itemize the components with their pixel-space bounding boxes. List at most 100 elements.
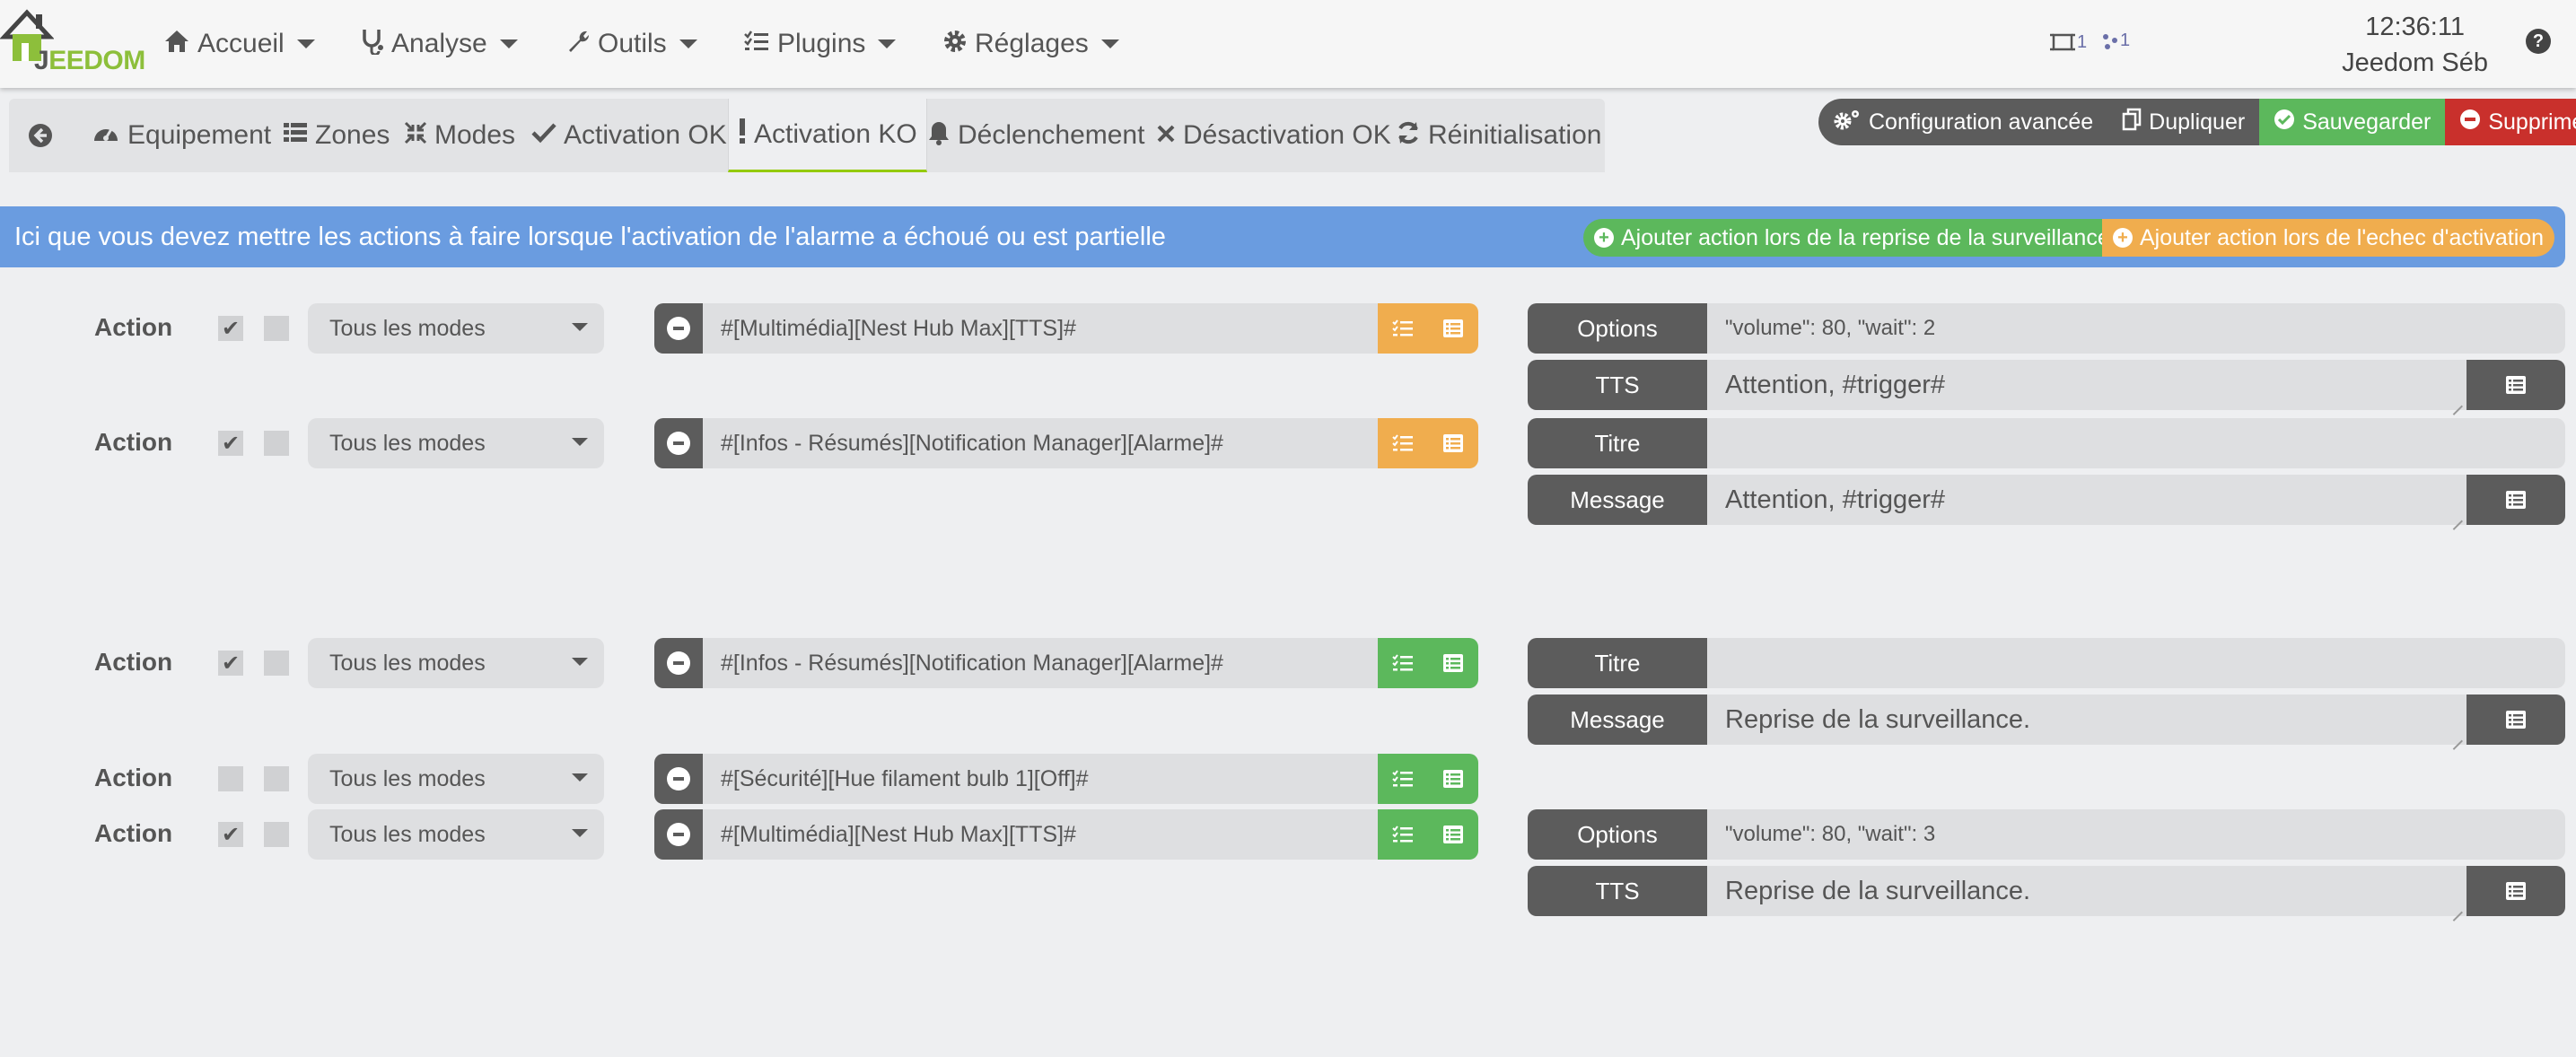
chevron-down-icon bbox=[572, 323, 588, 331]
tab-back[interactable] bbox=[27, 99, 54, 172]
resize-handle[interactable] bbox=[2450, 729, 2463, 741]
remove-action-button[interactable] bbox=[654, 303, 703, 354]
refresh-icon bbox=[1396, 120, 1421, 152]
save-button[interactable]: Sauvegarder bbox=[2259, 99, 2446, 145]
gear-icon bbox=[942, 29, 968, 60]
menu-analyse[interactable]: Analyse bbox=[361, 0, 518, 88]
message-label: Message bbox=[1528, 694, 1707, 745]
tts-textarea[interactable]: Attention, #trigger# bbox=[1707, 360, 2466, 410]
bell-icon bbox=[927, 120, 951, 152]
select-action-button[interactable] bbox=[1378, 809, 1428, 860]
tab-zones[interactable]: Zones bbox=[283, 99, 390, 172]
tab-activation-ok[interactable]: Activation OK bbox=[531, 99, 727, 172]
message-list-button[interactable] bbox=[2466, 694, 2565, 745]
resize-handle[interactable] bbox=[2450, 509, 2463, 521]
add-fail-action-button[interactable]: + Ajouter action lors de l'echec d'activa… bbox=[2102, 219, 2555, 257]
tasks-icon bbox=[1392, 770, 1413, 787]
add-resume-action-button[interactable]: + Ajouter action lors de la reprise de la… bbox=[1583, 219, 2121, 257]
message-list-button[interactable] bbox=[2466, 475, 2565, 525]
minus-circle-icon bbox=[667, 823, 690, 846]
jeedom-logo[interactable]: JEEDOM bbox=[0, 5, 145, 77]
select-action-button[interactable] bbox=[1378, 418, 1428, 468]
delete-button[interactable]: Supprimer bbox=[2445, 99, 2576, 145]
remove-action-button[interactable] bbox=[654, 418, 703, 468]
enable-checkbox[interactable] bbox=[218, 766, 243, 791]
command-input[interactable]: #[Sécurité][Hue filament bulb 1][Off]# bbox=[703, 754, 1378, 804]
menu-reglages[interactable]: Réglages bbox=[942, 0, 1119, 88]
select-action-button[interactable] bbox=[1378, 303, 1428, 354]
mode-select[interactable]: Tous les modes bbox=[308, 754, 604, 804]
enable-checkbox[interactable]: ✔ bbox=[218, 316, 243, 341]
clock-user: 12:36:11 Jeedom Séb bbox=[2342, 9, 2488, 81]
tasks-icon bbox=[1392, 434, 1413, 451]
mode-select[interactable]: Tous les modes bbox=[308, 303, 604, 354]
list-alt-icon bbox=[2506, 491, 2526, 509]
remove-action-button[interactable] bbox=[654, 754, 703, 804]
remove-action-button[interactable] bbox=[654, 638, 703, 688]
tts-textarea[interactable]: Reprise de la surveillance. bbox=[1707, 866, 2466, 916]
menu-outils[interactable]: Outils bbox=[565, 0, 697, 88]
duplicate-button[interactable]: Dupliquer bbox=[2107, 99, 2260, 145]
tasks-icon bbox=[743, 30, 770, 59]
mode-select[interactable]: Tous les modes bbox=[308, 418, 604, 468]
tab-equipement[interactable]: Equipement bbox=[92, 99, 271, 172]
options-input[interactable]: "volume": 80, "wait": 3 bbox=[1707, 809, 2565, 860]
back-arrow-icon bbox=[29, 124, 52, 147]
user-name[interactable]: Jeedom Séb bbox=[2342, 45, 2488, 81]
message-textarea[interactable]: Reprise de la surveillance. bbox=[1707, 694, 2466, 745]
tab-declenchement[interactable]: Déclenchement bbox=[927, 99, 1144, 172]
alarm-zone-stat[interactable]: 1 bbox=[2048, 31, 2087, 54]
tts-list-button[interactable] bbox=[2466, 360, 2565, 410]
enable-checkbox[interactable]: ✔ bbox=[218, 822, 243, 847]
parallel-checkbox[interactable] bbox=[264, 822, 289, 847]
resize-handle[interactable] bbox=[2450, 900, 2463, 913]
resize-handle[interactable] bbox=[2450, 394, 2463, 406]
command-input[interactable]: #[Infos - Résumés][Notification Manager]… bbox=[703, 418, 1378, 468]
parallel-checkbox[interactable] bbox=[264, 651, 289, 676]
select-command-button[interactable] bbox=[1428, 809, 1478, 860]
enable-checkbox[interactable]: ✔ bbox=[218, 651, 243, 676]
parallel-checkbox[interactable] bbox=[264, 316, 289, 341]
menu-accueil[interactable]: Accueil bbox=[163, 0, 315, 88]
options-input[interactable]: "volume": 80, "wait": 2 bbox=[1707, 303, 2565, 354]
remove-action-button[interactable] bbox=[654, 809, 703, 860]
action-label: Action bbox=[94, 648, 173, 676]
times-icon bbox=[1156, 121, 1176, 150]
tab-modes[interactable]: Modes bbox=[404, 99, 515, 172]
parallel-checkbox[interactable] bbox=[264, 431, 289, 456]
command-input[interactable]: #[Infos - Résumés][Notification Manager]… bbox=[703, 638, 1378, 688]
clock-time: 12:36:11 bbox=[2365, 13, 2465, 41]
tts-list-button[interactable] bbox=[2466, 866, 2565, 916]
select-command-button[interactable] bbox=[1428, 303, 1478, 354]
select-command-button[interactable] bbox=[1428, 418, 1478, 468]
list-alt-icon bbox=[2506, 882, 2526, 900]
title-input[interactable] bbox=[1707, 418, 2565, 468]
tab-desactivation-ok[interactable]: Désactivation OK bbox=[1156, 99, 1391, 172]
tab-activation-ko[interactable]: Activation KO bbox=[728, 99, 927, 172]
mode-select[interactable]: Tous les modes bbox=[308, 809, 604, 860]
mode-stat[interactable]: 1 bbox=[2100, 31, 2130, 51]
select-command-button[interactable] bbox=[1428, 638, 1478, 688]
select-action-button[interactable] bbox=[1378, 638, 1428, 688]
tts-label: TTS bbox=[1528, 866, 1707, 916]
parallel-checkbox[interactable] bbox=[264, 766, 289, 791]
options-label: Options bbox=[1528, 303, 1707, 354]
select-action-button[interactable] bbox=[1378, 754, 1428, 804]
command-input[interactable]: #[Multimédia][Nest Hub Max][TTS]# bbox=[703, 303, 1378, 354]
menu-plugins[interactable]: Plugins bbox=[743, 0, 897, 88]
tab-bar: Equipement Zones Modes Activation OK Act… bbox=[9, 99, 1605, 172]
tab-reinitialisation[interactable]: Réinitialisation bbox=[1396, 99, 1601, 172]
navbar: JEEDOM Accueil Analyse Outils Plugins Ré… bbox=[0, 0, 2576, 88]
advanced-config-button[interactable]: Configuration avancée bbox=[1818, 99, 2108, 145]
enable-checkbox[interactable]: ✔ bbox=[218, 431, 243, 456]
help-icon[interactable]: ? bbox=[2526, 29, 2551, 54]
home-icon bbox=[163, 29, 190, 60]
message-textarea[interactable]: Attention, #trigger# bbox=[1707, 475, 2466, 525]
mode-select[interactable]: Tous les modes bbox=[308, 638, 604, 688]
action-button-group: Configuration avancée Dupliquer Sauvegar… bbox=[1818, 99, 2576, 145]
title-input[interactable] bbox=[1707, 638, 2565, 688]
select-command-button[interactable] bbox=[1428, 754, 1478, 804]
plus-circle-icon: + bbox=[1594, 228, 1614, 248]
chevron-down-icon bbox=[572, 829, 588, 837]
command-input[interactable]: #[Multimédia][Nest Hub Max][TTS]# bbox=[703, 809, 1378, 860]
